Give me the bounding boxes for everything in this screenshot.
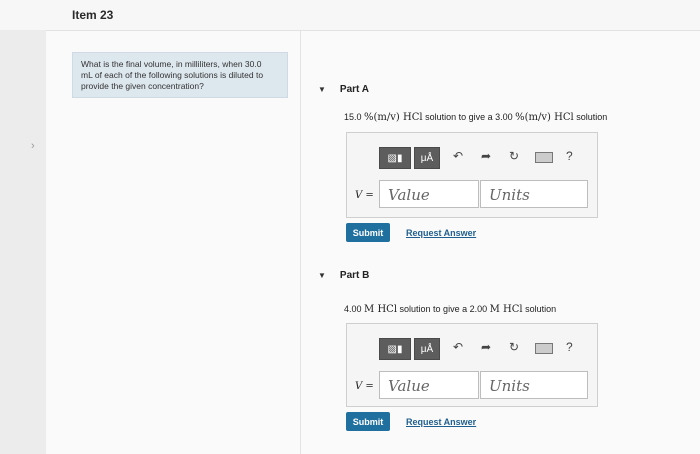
undo-icon[interactable]: ↶ <box>453 340 463 354</box>
part-b-label: Part B <box>339 270 370 281</box>
question-box: What is the final volume, in milliliters… <box>72 52 288 98</box>
undo-icon[interactable]: ↶ <box>453 149 463 163</box>
redo-icon[interactable]: ➦ <box>481 340 491 354</box>
part-a-prompt: 15.0 %(m/v) HCl solution to give a 3.00 … <box>344 112 607 123</box>
reset-icon[interactable]: ↻ <box>509 149 519 163</box>
value-input[interactable]: Value <box>379 180 479 208</box>
units-button[interactable]: μÅ <box>414 338 440 360</box>
templates-icon[interactable]: ▧▮ <box>379 338 411 360</box>
prompt-math: %(m/v) HCl <box>515 112 574 123</box>
left-navigation-strip: › <box>0 30 47 454</box>
prompt-math: M HCl <box>489 304 523 315</box>
prompt-text: solution <box>522 304 557 314</box>
collapse-triangle-icon[interactable]: ▼ <box>318 85 326 94</box>
units-input[interactable]: Units <box>480 180 588 208</box>
collapse-triangle-icon[interactable]: ▼ <box>318 271 326 280</box>
prompt-text: solution to give a 2.00 <box>397 304 490 314</box>
part-b-header[interactable]: ▼ Part B <box>318 270 369 281</box>
part-b-toolbar: ▧▮ μÅ ↶ ➦ ↻ ? <box>379 338 575 360</box>
templates-icon[interactable]: ▧▮ <box>379 147 411 169</box>
redo-icon[interactable]: ➦ <box>481 149 491 163</box>
part-a-header[interactable]: ▼ Part A <box>318 84 369 95</box>
keyboard-icon[interactable] <box>535 152 553 163</box>
part-a-answer-box: ▧▮ μÅ ↶ ➦ ↻ ? V = Value Units <box>346 132 598 218</box>
part-b-request-answer-link[interactable]: Request Answer <box>406 417 476 427</box>
units-input[interactable]: Units <box>480 371 588 399</box>
prompt-text: 4.00 <box>344 304 365 314</box>
keyboard-icon[interactable] <box>535 343 553 354</box>
variable-label: V = <box>355 190 374 201</box>
part-b-answer-box: ▧▮ μÅ ↶ ➦ ↻ ? V = Value Units <box>346 323 598 407</box>
part-a-label: Part A <box>339 84 370 95</box>
prompt-text: solution <box>573 112 608 122</box>
units-button[interactable]: μÅ <box>414 147 440 169</box>
prompt-text: 15.0 <box>344 112 365 122</box>
question-line: What is the final volume, in milliliters… <box>81 59 262 69</box>
question-line: provide the given concentration? <box>81 81 204 91</box>
help-icon[interactable]: ? <box>566 340 573 354</box>
top-bar: Item 23 <box>0 0 700 31</box>
part-a-toolbar: ▧▮ μÅ ↶ ➦ ↻ ? <box>379 147 575 169</box>
chevron-right-icon[interactable]: › <box>31 140 35 152</box>
prompt-text: solution to give a 3.00 <box>422 112 516 122</box>
column-divider <box>300 31 301 454</box>
part-b-submit-button[interactable]: Submit <box>346 412 390 431</box>
item-title: Item 23 <box>72 8 114 22</box>
variable-label: V = <box>355 381 374 392</box>
prompt-math: %(m/v) HCl <box>364 112 423 123</box>
prompt-math: M HCl <box>364 304 398 315</box>
reset-icon[interactable]: ↻ <box>509 340 519 354</box>
part-a-request-answer-link[interactable]: Request Answer <box>406 228 476 238</box>
question-line: mL of each of the following solutions is… <box>81 70 264 80</box>
help-icon[interactable]: ? <box>566 149 573 163</box>
part-b-prompt: 4.00 M HCl solution to give a 2.00 M HCl… <box>344 304 556 315</box>
value-input[interactable]: Value <box>379 371 479 399</box>
part-a-submit-button[interactable]: Submit <box>346 223 390 242</box>
